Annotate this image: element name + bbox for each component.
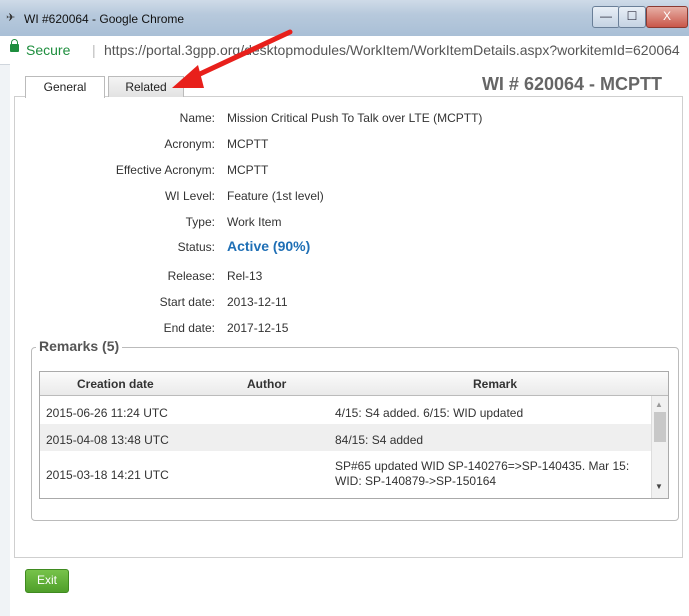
page-title: WI # 620064 - MCPTT bbox=[481, 74, 662, 94]
field-end-date: End date: 2017-12-15 bbox=[0, 321, 689, 337]
cell-remark: SP#65 updated WID SP-140276=>SP-140435. … bbox=[335, 459, 630, 488]
title-bar[interactable]: ✈ WI #620064 - Google Chrome — ☐ X bbox=[0, 0, 689, 36]
cell-date: 2015-06-26 11:24 UTC bbox=[46, 406, 168, 420]
close-button[interactable]: X bbox=[646, 6, 688, 28]
table-row[interactable]: 2015-06-26 11:24 UTC 4/15: S4 added. 6/1… bbox=[40, 396, 651, 424]
field-release: Release: Rel-13 bbox=[0, 269, 689, 285]
column-author[interactable]: Author bbox=[247, 377, 286, 391]
field-acronym: Acronym: MCPTT bbox=[0, 137, 689, 153]
url-text[interactable]: https://portal.3gpp.org/desktopmodules/W… bbox=[104, 42, 689, 58]
field-label: Acronym: bbox=[164, 137, 215, 151]
field-start-date: Start date: 2013-12-11 bbox=[0, 295, 689, 311]
field-status: Status: Active (90%) bbox=[0, 238, 689, 256]
table-row[interactable]: 2015-03-18 14:21 UTC SP#65 updated WID S… bbox=[40, 451, 651, 498]
field-label: Release: bbox=[167, 269, 215, 283]
cell-date: 2015-04-08 13:48 UTC bbox=[46, 433, 169, 447]
column-creation-date[interactable]: Creation date bbox=[77, 377, 154, 391]
field-label: Status: bbox=[177, 240, 215, 254]
lock-icon bbox=[10, 39, 19, 52]
field-label: Type: bbox=[185, 215, 215, 229]
tab-general[interactable]: General bbox=[25, 76, 105, 98]
cell-remark: 84/15: S4 added bbox=[335, 433, 424, 447]
remarks-legend: Remarks (5) bbox=[36, 338, 123, 354]
cell-date: 2015-03-18 14:21 UTC bbox=[46, 468, 169, 482]
field-type: Type: Work Item bbox=[0, 215, 689, 231]
exit-button[interactable]: Exit bbox=[25, 569, 69, 593]
scroll-thumb[interactable] bbox=[654, 412, 666, 442]
field-label: End date: bbox=[163, 321, 215, 335]
remarks-table: Creation date Author Remark 2015-06-26 1… bbox=[39, 371, 669, 499]
maximize-button[interactable]: ☐ bbox=[618, 6, 646, 28]
table-row[interactable]: 2015-04-08 13:48 UTC 84/15: S4 added bbox=[40, 424, 651, 451]
field-value: Feature (1st level) bbox=[227, 189, 324, 203]
scroll-down-icon[interactable]: ▼ bbox=[655, 482, 663, 491]
field-label: Name: bbox=[179, 111, 215, 125]
address-separator: | bbox=[92, 42, 96, 58]
field-value: MCPTT bbox=[227, 137, 269, 151]
field-value: 2013-12-11 bbox=[227, 295, 288, 309]
field-value: Mission Critical Push To Talk over LTE (… bbox=[227, 111, 483, 125]
field-value: Work Item bbox=[227, 215, 282, 229]
field-value: Rel-13 bbox=[227, 269, 263, 283]
field-wi-level: WI Level: Feature (1st level) bbox=[0, 189, 689, 205]
field-label: Start date: bbox=[159, 295, 215, 309]
field-label: Effective Acronym: bbox=[115, 163, 215, 177]
field-label: WI Level: bbox=[164, 189, 215, 203]
scroll-up-icon[interactable]: ▲ bbox=[655, 400, 663, 409]
field-value: MCPTT bbox=[227, 163, 269, 177]
address-bar[interactable]: Secure | https://portal.3gpp.org/desktop… bbox=[0, 36, 689, 65]
field-name: Name: Mission Critical Push To Talk over… bbox=[0, 111, 689, 127]
table-header: Creation date Author Remark bbox=[40, 372, 668, 396]
field-value: 2017-12-15 bbox=[227, 321, 289, 335]
scrollbar[interactable]: ▲ ▼ bbox=[651, 396, 668, 498]
browser-window: ✈ WI #620064 - Google Chrome — ☐ X Secur… bbox=[0, 0, 689, 616]
app-icon: ✈ bbox=[6, 12, 16, 24]
field-effective-acronym: Effective Acronym: MCPTT bbox=[0, 163, 689, 179]
tab-related[interactable]: Related bbox=[108, 76, 184, 97]
minimize-button[interactable]: — bbox=[592, 6, 620, 28]
status-value: Active (90%) bbox=[227, 238, 311, 254]
cell-remark: 4/15: S4 added. 6/15: WID updated bbox=[335, 406, 524, 420]
window-title: WI #620064 - Google Chrome bbox=[24, 12, 185, 26]
column-remark[interactable]: Remark bbox=[473, 377, 517, 391]
secure-label: Secure bbox=[26, 42, 71, 58]
